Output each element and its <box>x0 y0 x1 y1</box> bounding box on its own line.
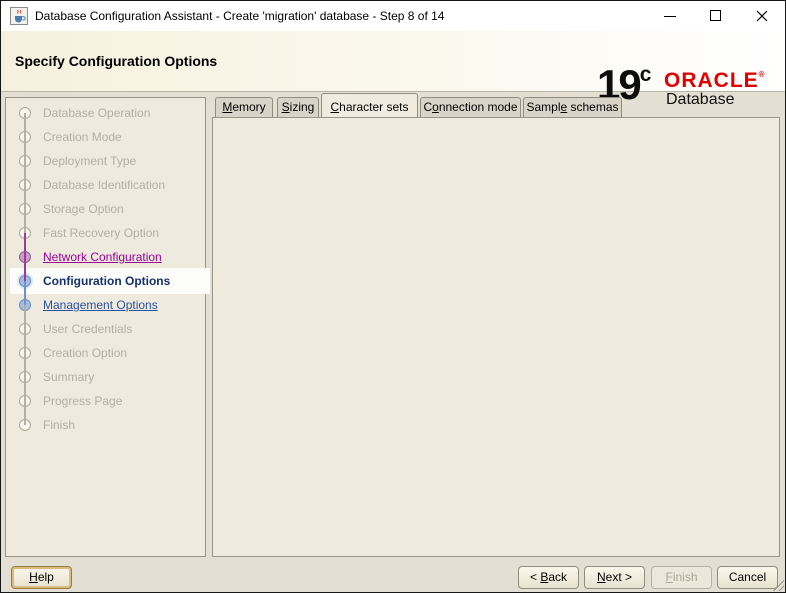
sidebar-item-configuration-options: Configuration Options <box>11 269 209 293</box>
minimize-icon <box>664 16 676 17</box>
window-title: Database Configuration Assistant - Creat… <box>35 1 444 31</box>
next-button[interactable]: Next > <box>584 566 645 589</box>
sidebar-item-database-operation: Database Operation <box>11 101 209 125</box>
finish-button: Finish <box>651 566 712 589</box>
back-button[interactable]: < Back <box>518 566 579 589</box>
title-bar[interactable]: Database Configuration Assistant - Creat… <box>1 1 785 31</box>
sidebar-item-finish: Finish <box>11 413 209 437</box>
tab-character-sets[interactable]: Character sets <box>321 93 418 117</box>
minimize-button[interactable] <box>647 1 693 30</box>
sidebar-item-management-options[interactable]: Management Options <box>11 293 209 317</box>
java-coffee-cup-icon <box>10 7 28 25</box>
sidebar-item-storage-option: Storage Option <box>11 197 209 221</box>
tab-sample-schemas[interactable]: Sample schemas <box>523 97 622 117</box>
dbca-window: Database Configuration Assistant - Creat… <box>0 0 786 593</box>
steps-connector-visited <box>24 233 26 281</box>
wizard-header: Specify Configuration Options 19c ORACLE… <box>1 31 785 92</box>
sidebar-item-summary: Summary <box>11 365 209 389</box>
steps-connector-active <box>24 281 26 305</box>
cancel-button[interactable]: Cancel <box>717 566 778 589</box>
help-button[interactable]: Help <box>11 566 72 589</box>
sidebar-item-fast-recovery-option: Fast Recovery Option <box>11 221 209 245</box>
tab-sizing[interactable]: Sizing <box>277 97 319 117</box>
sidebar-item-progress-page: Progress Page <box>11 389 209 413</box>
close-button[interactable] <box>739 1 785 30</box>
close-icon <box>756 10 768 22</box>
sidebar-item-network-configuration[interactable]: Network Configuration <box>11 245 209 269</box>
character-sets-panel <box>212 117 780 557</box>
sidebar-item-user-credentials: User Credentials <box>11 317 209 341</box>
sidebar-item-creation-mode: Creation Mode <box>11 125 209 149</box>
tab-connection-mode[interactable]: Connection mode <box>420 97 521 117</box>
oracle-brand-logo: ORACLE® <box>664 70 766 91</box>
sidebar-item-database-identification: Database Identification <box>11 173 209 197</box>
oracle-product-label: Database <box>666 92 735 108</box>
sidebar-item-creation-option: Creation Option <box>11 341 209 365</box>
steps-sidebar: Database Operation Creation Mode Deploym… <box>5 97 206 557</box>
maximize-icon <box>710 10 721 21</box>
sidebar-item-deployment-type: Deployment Type <box>11 149 209 173</box>
page-title: Specify Configuration Options <box>15 53 217 69</box>
maximize-button[interactable] <box>693 1 739 30</box>
tab-memory[interactable]: Memory <box>215 97 273 117</box>
